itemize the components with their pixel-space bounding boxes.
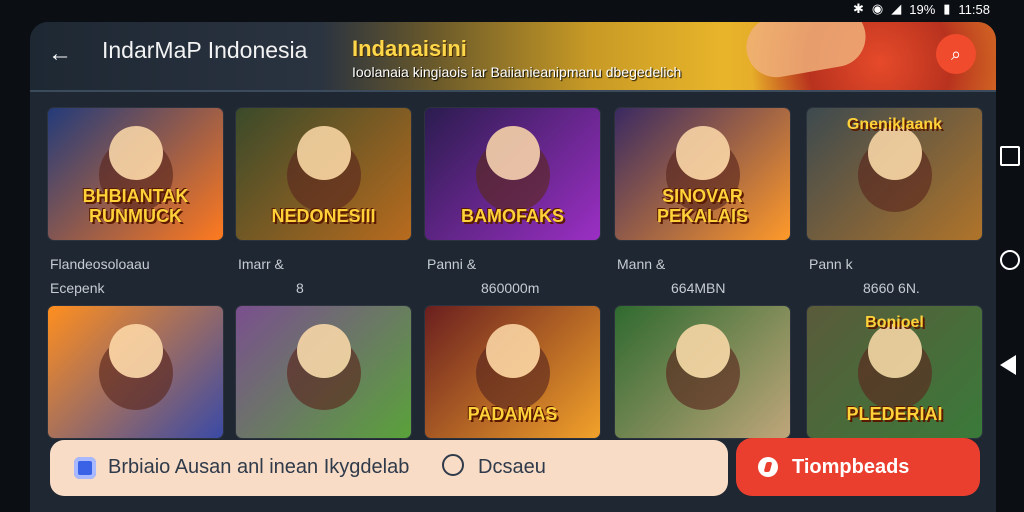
signal-icon: ◢ [891,1,902,16]
back-icon[interactable]: ← [42,36,78,72]
character [675,126,730,180]
cta-label: Tiompbeads [792,455,910,478]
page-title: IndarMaP Indonesia [102,37,308,63]
home-icon[interactable] [1000,250,1020,270]
caption-line: Flandeosoloaau [50,256,150,272]
search-icon[interactable]: ⌕ [936,34,976,74]
game-caption: Mann & 664MBN [617,252,725,300]
battery-icon: ▮ [943,1,951,16]
caption-line: Pann k [809,256,853,272]
banner-subtitle: Ioolanaia kingiaois iar Baiianieanipmanu… [352,64,682,80]
caption-line: 8 [296,280,304,296]
game-tile[interactable]: Bonioel PLEDERIAI [807,306,982,438]
app-icon [74,457,96,479]
game-logo: NEDONESIII [271,206,376,226]
bottom-bar-text: Brbiaio Ausan anl inean Ikygdelab [108,456,410,478]
game-tile[interactable]: SINOVAR PEKALAIS [615,108,790,240]
back-nav-icon[interactable] [1000,355,1016,375]
caption-line: Ecepenk [50,280,105,296]
character [485,324,540,378]
cta-button[interactable]: Tiompbeads [736,438,980,496]
game-logo: BHBIANTAK RUNMUCK [82,186,189,226]
game-top-logo: Gneniklaank [846,116,943,133]
header: ← IndarMaP Indonesia Indanaisini Ioolana… [30,22,996,92]
app-window: ← IndarMaP Indonesia Indanaisini Ioolana… [30,22,996,512]
game-caption: Flandeosoloaau Ecepenk [50,252,150,300]
game-tile[interactable]: PADAMAS [425,306,600,438]
game-tile[interactable] [615,306,790,438]
character [867,126,922,180]
bluetooth-icon: ✱ [852,1,864,16]
caption-line: Panni & [427,256,477,272]
character [675,324,730,378]
caption-line: Imarr & [238,256,284,272]
banner-title: Indanaisini [352,36,467,61]
caption-line: 664MBN [671,280,726,296]
character [296,126,351,180]
chat-label[interactable]: Dcsaeu [478,456,546,479]
game-tile[interactable] [236,306,411,438]
chat-icon[interactable] [442,454,464,476]
clock: 11:58 [958,1,990,17]
game-tile[interactable]: NEDONESIII [236,108,411,240]
battery-percent: 19% [909,1,936,17]
game-tile[interactable]: BAMOFAKS [425,108,600,240]
character [108,126,163,180]
game-top-logo: Bonioel [865,314,924,331]
game-logo: PLEDERIAI [846,404,943,424]
caption-line: 8660 6N. [863,280,920,296]
status-bar: ✱ ◉ ◢ 19% ▮ 11:58 [0,0,1024,18]
character [108,324,163,378]
character [867,324,922,378]
game-caption: Panni & 860000m [427,252,539,300]
game-tile[interactable] [48,306,223,438]
bottom-search-bar[interactable]: Brbiaio Ausan anl inean Ikygdelab Dcsaeu [50,440,728,496]
game-logo: PADAMAS [467,404,558,424]
game-tile[interactable]: BHBIANTAK RUNMUCK [48,108,223,240]
character [296,324,351,378]
caption-line: 860000m [481,280,540,296]
game-logo: BAMOFAKS [461,206,564,226]
system-nav [996,140,1024,380]
game-logo: SINOVAR PEKALAIS [656,186,748,226]
character [485,126,540,180]
game-caption: Imarr & 8 [238,252,304,300]
play-icon [758,457,778,477]
game-caption: Pann k 8660 6N. [809,252,920,300]
caption-line: Mann & [617,256,666,272]
game-tile[interactable]: Gneniklaank [807,108,982,240]
alarm-icon: ◉ [871,1,884,16]
recents-icon[interactable] [1000,146,1020,166]
